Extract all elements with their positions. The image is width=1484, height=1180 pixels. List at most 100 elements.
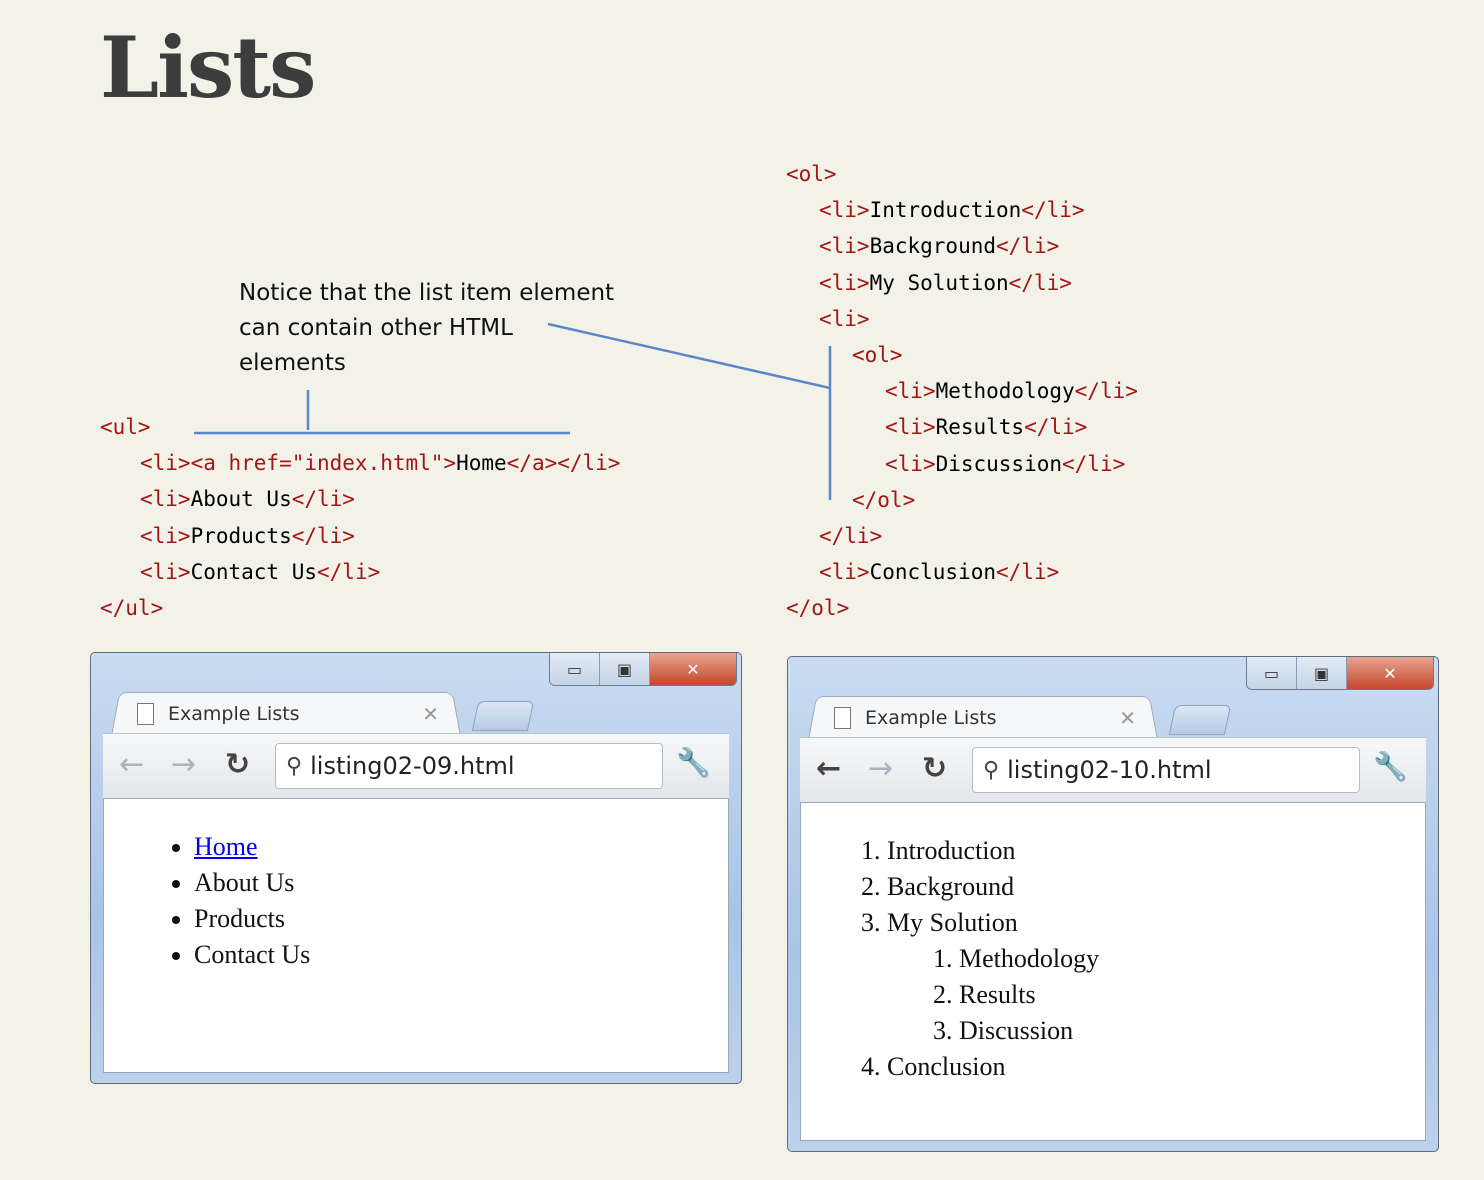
code-text: Results (935, 415, 1025, 440)
code-line: <li>My Solution</li> (819, 271, 1072, 295)
code-line: <ol> (786, 162, 837, 186)
code-tag: </li> (1024, 415, 1088, 440)
minimize-icon[interactable]: ▭ (1247, 657, 1297, 689)
close-icon[interactable]: ✕ (650, 653, 736, 685)
nested-list-item: Results (959, 977, 1425, 1013)
new-tab-button[interactable] (471, 701, 535, 731)
list-item: Home (194, 829, 728, 865)
connector-diagonal (547, 322, 831, 390)
back-arrow-icon[interactable]: ← (816, 752, 841, 786)
code-tag: <li> (885, 379, 936, 404)
reload-icon[interactable]: ↻ (225, 748, 250, 782)
code-line: </ul> (100, 596, 163, 620)
code-line: <li><a href="index.html">Home</a></li> (140, 451, 620, 475)
browser-toolbar: ← → ↻ ⚲ listing02-10.html 🔧 (800, 737, 1426, 803)
code-tag: </li> (996, 234, 1060, 259)
list-item: Introduction (887, 833, 1425, 869)
code-line: <li>Discussion</li> (885, 452, 1125, 476)
wrench-icon[interactable]: 🔧 (1373, 750, 1408, 783)
code-tag: </a></li> (506, 451, 621, 476)
forward-arrow-icon[interactable]: → (868, 752, 893, 786)
address-url: listing02-09.html (310, 752, 515, 780)
code-tag: <li> (819, 198, 870, 223)
browser-viewport: Introduction Background My Solution Methodo… (800, 802, 1426, 1141)
nested-list-item: Methodology (959, 941, 1425, 977)
code-tag: </li> (996, 560, 1060, 585)
reload-icon[interactable]: ↻ (922, 752, 947, 786)
address-bar[interactable]: ⚲ listing02-10.html (972, 747, 1360, 793)
code-tag: <li> (819, 270, 870, 295)
nested-list-item: Discussion (959, 1013, 1425, 1049)
code-text: Conclusion (869, 560, 997, 585)
tab-close-icon[interactable]: ✕ (422, 702, 439, 726)
search-icon: ⚲ (286, 753, 303, 779)
code-tag: </li> (819, 524, 883, 548)
browser-viewport: Home About UsProductsContact Us (103, 798, 729, 1073)
home-link[interactable]: Home (194, 832, 258, 861)
code-line: <ul> (100, 415, 151, 439)
browser-toolbar: ← → ↻ ⚲ listing02-09.html 🔧 (103, 733, 729, 799)
window-controls: ▭ ▣ ✕ (1246, 657, 1434, 690)
address-url: listing02-10.html (1007, 756, 1212, 784)
code-line: </ol> (852, 488, 915, 512)
browser-window-ol: ▭ ▣ ✕ Example Lists ✕ ← → ↻ ⚲ listing02-… (787, 656, 1439, 1152)
code-tag: <li> (885, 415, 936, 440)
code-tag: </li> (1074, 379, 1138, 404)
code-tag: <ol> (786, 162, 837, 186)
rendered-unordered-list: Home About UsProductsContact Us (104, 829, 728, 973)
code-tag: <li> (819, 560, 870, 585)
list-item-label: Conclusion (887, 1052, 1006, 1081)
maximize-icon[interactable]: ▣ (1297, 657, 1347, 689)
wrench-icon[interactable]: 🔧 (676, 746, 711, 779)
code-line: <li>Products</li> (140, 524, 355, 548)
back-arrow-icon[interactable]: ← (119, 748, 144, 782)
tab-title: Example Lists (865, 707, 997, 729)
code-tag: <li> (140, 559, 191, 584)
window-controls: ▭ ▣ ✕ (549, 653, 737, 686)
list-item: Background (887, 869, 1425, 905)
list-item: Contact Us (194, 937, 728, 973)
code-text: Discussion (935, 451, 1063, 476)
code-text: Methodology (935, 379, 1075, 404)
list-item: Products (194, 901, 728, 937)
forward-arrow-icon[interactable]: → (171, 748, 196, 782)
search-icon: ⚲ (983, 757, 1000, 783)
nested-ordered-list: MethodologyResultsDiscussion (887, 941, 1425, 1049)
browser-tab-content: Example Lists ✕ (137, 697, 457, 731)
list-item: Conclusion (887, 1049, 1425, 1085)
code-tag: </ol> (852, 487, 916, 512)
browser-window-ul: ▭ ▣ ✕ Example Lists ✕ ← → ↻ ⚲ listing02-… (90, 652, 742, 1084)
code-text: Home (456, 451, 507, 476)
code-tag: </li> (291, 523, 355, 548)
minimize-icon[interactable]: ▭ (550, 653, 600, 685)
code-text: Introduction (869, 198, 1022, 223)
code-tag: <li> (140, 523, 191, 548)
code-tag: <li> (819, 234, 870, 259)
code-line: </li> (819, 524, 882, 548)
maximize-icon[interactable]: ▣ (600, 653, 650, 685)
browser-tab-content: Example Lists ✕ (834, 701, 1154, 735)
code-line: <li>Methodology</li> (885, 379, 1138, 403)
close-icon[interactable]: ✕ (1347, 657, 1433, 689)
code-tag: </li> (1021, 198, 1085, 223)
code-line: <li>Introduction</li> (819, 198, 1085, 222)
code-tag: <li> (819, 306, 870, 331)
code-tag: </li> (1008, 270, 1072, 295)
code-text: Contact Us (190, 559, 318, 584)
code-text: About Us (190, 487, 292, 512)
list-item-label: Background (887, 872, 1015, 901)
tab-close-icon[interactable]: ✕ (1119, 706, 1136, 730)
code-tag: </li> (1062, 451, 1126, 476)
address-bar[interactable]: ⚲ listing02-09.html (275, 743, 663, 789)
code-text: My Solution (869, 270, 1009, 295)
code-line: <li>About Us</li> (140, 487, 355, 511)
list-item: My Solution MethodologyResultsDiscussion (887, 905, 1425, 1049)
new-tab-button[interactable] (1168, 705, 1232, 735)
rendered-ordered-list: Introduction Background My Solution Methodo… (801, 833, 1425, 1085)
code-tag: <ul> (100, 415, 151, 439)
code-line: <li>Background</li> (819, 234, 1059, 258)
list-item-label: Introduction (887, 836, 1016, 865)
code-line: </ol> (786, 596, 849, 620)
code-line: <li>Results</li> (885, 415, 1087, 439)
code-line: <li>Conclusion</li> (819, 560, 1059, 584)
